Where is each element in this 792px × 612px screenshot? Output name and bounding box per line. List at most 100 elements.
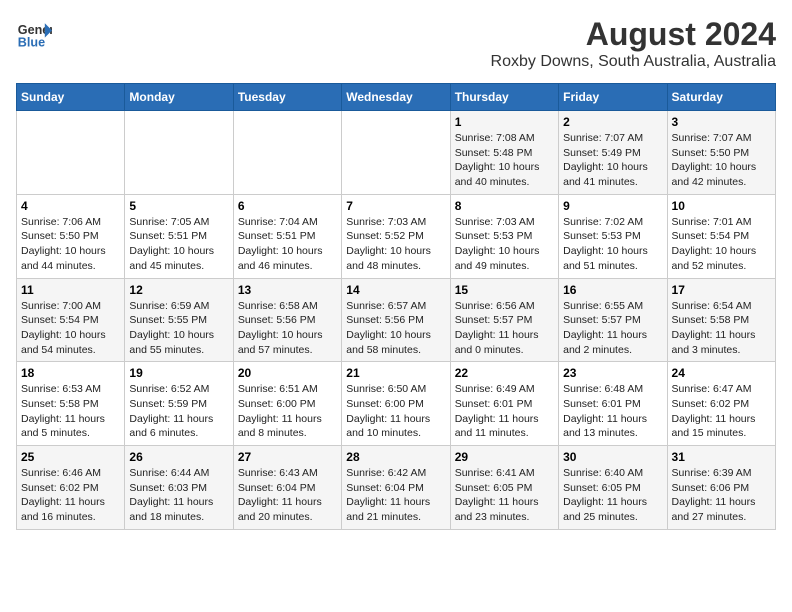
day-info: Sunrise: 7:06 AMSunset: 5:50 PMDaylight:… xyxy=(21,215,120,274)
day-info: Sunrise: 6:46 AMSunset: 6:02 PMDaylight:… xyxy=(21,466,120,525)
day-number: 9 xyxy=(563,199,662,213)
day-number: 15 xyxy=(455,283,554,297)
day-info: Sunrise: 7:01 AMSunset: 5:54 PMDaylight:… xyxy=(672,215,771,274)
calendar-cell: 8 Sunrise: 7:03 AMSunset: 5:53 PMDaylight… xyxy=(450,194,558,278)
day-number: 8 xyxy=(455,199,554,213)
day-info: Sunrise: 7:00 AMSunset: 5:54 PMDaylight:… xyxy=(21,299,120,358)
day-number: 2 xyxy=(563,115,662,129)
day-info: Sunrise: 7:05 AMSunset: 5:51 PMDaylight:… xyxy=(129,215,228,274)
day-info: Sunrise: 7:04 AMSunset: 5:51 PMDaylight:… xyxy=(238,215,337,274)
day-info: Sunrise: 6:51 AMSunset: 6:00 PMDaylight:… xyxy=(238,382,337,441)
day-number: 23 xyxy=(563,366,662,380)
calendar-cell: 15 Sunrise: 6:56 AMSunset: 5:57 PMDayligh… xyxy=(450,278,558,362)
calendar-cell: 11Sunrise: 7:00 AMSunset: 5:54 PMDayligh… xyxy=(17,278,125,362)
day-number: 21 xyxy=(346,366,445,380)
logo-icon: General Blue xyxy=(16,16,52,52)
calendar-cell: 19 Sunrise: 6:52 AMSunset: 5:59 PMDayligh… xyxy=(125,362,233,446)
day-number: 22 xyxy=(455,366,554,380)
calendar-cell: 27 Sunrise: 6:43 AMSunset: 6:04 PMDayligh… xyxy=(233,446,341,530)
svg-text:Blue: Blue xyxy=(18,36,45,50)
day-header-monday: Monday xyxy=(125,84,233,111)
calendar-cell: 13 Sunrise: 6:58 AMSunset: 5:56 PMDayligh… xyxy=(233,278,341,362)
day-info: Sunrise: 6:56 AMSunset: 5:57 PMDaylight:… xyxy=(455,299,554,358)
calendar-week-row: 18Sunrise: 6:53 AMSunset: 5:58 PMDayligh… xyxy=(17,362,776,446)
calendar-cell: 30 Sunrise: 6:40 AMSunset: 6:05 PMDayligh… xyxy=(559,446,667,530)
calendar-cell: 10 Sunrise: 7:01 AMSunset: 5:54 PMDayligh… xyxy=(667,194,775,278)
day-number: 4 xyxy=(21,199,120,213)
day-number: 17 xyxy=(672,283,771,297)
day-info: Sunrise: 7:08 AMSunset: 5:48 PMDaylight:… xyxy=(455,131,554,190)
day-info: Sunrise: 6:58 AMSunset: 5:56 PMDaylight:… xyxy=(238,299,337,358)
day-info: Sunrise: 6:59 AMSunset: 5:55 PMDaylight:… xyxy=(129,299,228,358)
title-block: August 2024 Roxby Downs, South Australia… xyxy=(491,16,776,71)
page-subtitle: Roxby Downs, South Australia, Australia xyxy=(491,53,776,71)
day-number: 26 xyxy=(129,450,228,464)
calendar-cell: 14 Sunrise: 6:57 AMSunset: 5:56 PMDayligh… xyxy=(342,278,450,362)
day-number: 18 xyxy=(21,366,120,380)
day-number: 20 xyxy=(238,366,337,380)
day-header-wednesday: Wednesday xyxy=(342,84,450,111)
day-header-thursday: Thursday xyxy=(450,84,558,111)
day-info: Sunrise: 6:54 AMSunset: 5:58 PMDaylight:… xyxy=(672,299,771,358)
day-number: 14 xyxy=(346,283,445,297)
calendar-cell xyxy=(342,111,450,195)
day-number: 6 xyxy=(238,199,337,213)
day-info: Sunrise: 7:02 AMSunset: 5:53 PMDaylight:… xyxy=(563,215,662,274)
calendar-cell: 29 Sunrise: 6:41 AMSunset: 6:05 PMDayligh… xyxy=(450,446,558,530)
day-number: 31 xyxy=(672,450,771,464)
day-number: 19 xyxy=(129,366,228,380)
day-number: 3 xyxy=(672,115,771,129)
day-number: 16 xyxy=(563,283,662,297)
calendar-cell: 7 Sunrise: 7:03 AMSunset: 5:52 PMDaylight… xyxy=(342,194,450,278)
calendar-cell: 6 Sunrise: 7:04 AMSunset: 5:51 PMDaylight… xyxy=(233,194,341,278)
day-header-saturday: Saturday xyxy=(667,84,775,111)
day-number: 24 xyxy=(672,366,771,380)
calendar-cell: 9 Sunrise: 7:02 AMSunset: 5:53 PMDaylight… xyxy=(559,194,667,278)
day-number: 5 xyxy=(129,199,228,213)
day-info: Sunrise: 6:49 AMSunset: 6:01 PMDaylight:… xyxy=(455,382,554,441)
day-header-sunday: Sunday xyxy=(17,84,125,111)
day-info: Sunrise: 7:03 AMSunset: 5:53 PMDaylight:… xyxy=(455,215,554,274)
day-info: Sunrise: 7:07 AMSunset: 5:50 PMDaylight:… xyxy=(672,131,771,190)
calendar-cell: 3 Sunrise: 7:07 AMSunset: 5:50 PMDaylight… xyxy=(667,111,775,195)
day-info: Sunrise: 6:48 AMSunset: 6:01 PMDaylight:… xyxy=(563,382,662,441)
day-info: Sunrise: 6:52 AMSunset: 5:59 PMDaylight:… xyxy=(129,382,228,441)
calendar-cell xyxy=(17,111,125,195)
day-info: Sunrise: 7:03 AMSunset: 5:52 PMDaylight:… xyxy=(346,215,445,274)
calendar-cell: 25 Sunrise: 6:46 AMSunset: 6:02 PMDayligh… xyxy=(17,446,125,530)
calendar-week-row: 11Sunrise: 7:00 AMSunset: 5:54 PMDayligh… xyxy=(17,278,776,362)
calendar-header-row: SundayMondayTuesdayWednesdayThursdayFrid… xyxy=(17,84,776,111)
day-info: Sunrise: 6:57 AMSunset: 5:56 PMDaylight:… xyxy=(346,299,445,358)
day-number: 30 xyxy=(563,450,662,464)
calendar-cell: 2 Sunrise: 7:07 AMSunset: 5:49 PMDaylight… xyxy=(559,111,667,195)
day-info: Sunrise: 6:41 AMSunset: 6:05 PMDaylight:… xyxy=(455,466,554,525)
day-number: 13 xyxy=(238,283,337,297)
day-info: Sunrise: 6:55 AMSunset: 5:57 PMDaylight:… xyxy=(563,299,662,358)
day-number: 29 xyxy=(455,450,554,464)
calendar-week-row: 25 Sunrise: 6:46 AMSunset: 6:02 PMDayligh… xyxy=(17,446,776,530)
day-number: 27 xyxy=(238,450,337,464)
day-info: Sunrise: 6:44 AMSunset: 6:03 PMDaylight:… xyxy=(129,466,228,525)
day-info: Sunrise: 6:40 AMSunset: 6:05 PMDaylight:… xyxy=(563,466,662,525)
calendar-cell: 26 Sunrise: 6:44 AMSunset: 6:03 PMDayligh… xyxy=(125,446,233,530)
calendar-cell: 28 Sunrise: 6:42 AMSunset: 6:04 PMDayligh… xyxy=(342,446,450,530)
calendar-cell: 21Sunrise: 6:50 AMSunset: 6:00 PMDayligh… xyxy=(342,362,450,446)
day-info: Sunrise: 6:39 AMSunset: 6:06 PMDaylight:… xyxy=(672,466,771,525)
day-info: Sunrise: 6:42 AMSunset: 6:04 PMDaylight:… xyxy=(346,466,445,525)
calendar-table: SundayMondayTuesdayWednesdayThursdayFrid… xyxy=(16,83,776,530)
day-header-tuesday: Tuesday xyxy=(233,84,341,111)
day-number: 28 xyxy=(346,450,445,464)
day-number: 10 xyxy=(672,199,771,213)
calendar-cell: 20 Sunrise: 6:51 AMSunset: 6:00 PMDayligh… xyxy=(233,362,341,446)
calendar-cell: 18Sunrise: 6:53 AMSunset: 5:58 PMDayligh… xyxy=(17,362,125,446)
calendar-cell: 16 Sunrise: 6:55 AMSunset: 5:57 PMDayligh… xyxy=(559,278,667,362)
day-info: Sunrise: 6:43 AMSunset: 6:04 PMDaylight:… xyxy=(238,466,337,525)
day-number: 7 xyxy=(346,199,445,213)
day-number: 1 xyxy=(455,115,554,129)
calendar-cell: 5 Sunrise: 7:05 AMSunset: 5:51 PMDaylight… xyxy=(125,194,233,278)
calendar-cell: 24Sunrise: 6:47 AMSunset: 6:02 PMDayligh… xyxy=(667,362,775,446)
calendar-cell: 23 Sunrise: 6:48 AMSunset: 6:01 PMDayligh… xyxy=(559,362,667,446)
day-info: Sunrise: 7:07 AMSunset: 5:49 PMDaylight:… xyxy=(563,131,662,190)
calendar-cell: 17 Sunrise: 6:54 AMSunset: 5:58 PMDayligh… xyxy=(667,278,775,362)
day-number: 25 xyxy=(21,450,120,464)
